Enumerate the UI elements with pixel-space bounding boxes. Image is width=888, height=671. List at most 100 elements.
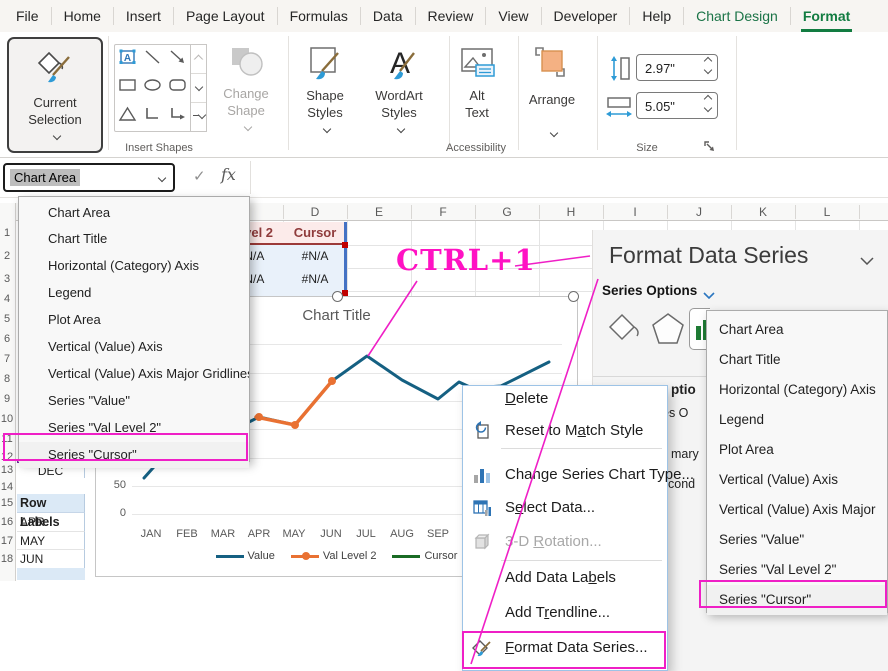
shape-height-input[interactable]: 2.97"	[636, 54, 718, 81]
cell-b16[interactable]: APR	[17, 513, 85, 532]
row-number[interactable]: 6	[0, 333, 14, 345]
formula-input[interactable]	[250, 161, 888, 194]
column-header[interactable]: F	[411, 205, 475, 219]
panel-dropdown-item-chart-title[interactable]: Chart Title	[707, 345, 887, 375]
menu-item-reset-to-match-style[interactable]: Reset to Match Style	[463, 419, 667, 443]
cell-b18[interactable]: JUN	[17, 550, 85, 568]
dropdown-item-series-cursor[interactable]: Series "Cursor"	[19, 442, 249, 468]
dropdown-item-vertical-axis[interactable]: Vertical (Value) Axis	[19, 334, 249, 360]
tab-file[interactable]: File	[4, 7, 52, 25]
gallery-more-icon[interactable]	[191, 103, 206, 131]
effects-pentagon-tab-icon[interactable]	[649, 310, 687, 353]
tab-data[interactable]: Data	[361, 7, 416, 25]
column-header[interactable]: D	[283, 205, 347, 219]
menu-item-add-data-labels[interactable]: Add Data Labels	[463, 566, 667, 590]
series-options-section-label[interactable]: Series Options	[602, 283, 697, 298]
row-number[interactable]: 16	[0, 516, 14, 528]
rounded-rectangle-shape-icon[interactable]	[168, 76, 188, 99]
tab-review[interactable]: Review	[416, 7, 487, 25]
change-shape-button[interactable]: Change Shape	[212, 45, 280, 136]
cell-b17[interactable]: MAY	[17, 532, 85, 550]
arrow-shape-icon[interactable]	[168, 48, 188, 71]
series-options-chevron-icon[interactable]	[703, 286, 715, 304]
row-number[interactable]: 5	[0, 313, 14, 325]
panel-dropdown-item-vertical-axis-major[interactable]: Vertical (Value) Axis Major	[707, 495, 887, 525]
line-shape-icon[interactable]	[143, 48, 163, 71]
series-range-outline[interactable]	[344, 222, 347, 296]
triangle-shape-icon[interactable]	[118, 105, 138, 128]
menu-item-change-series-chart-type[interactable]: Change Series Chart Type...	[463, 463, 667, 487]
cell-d3[interactable]: #N/A	[283, 268, 347, 291]
cell-d1[interactable]: Cursor	[283, 222, 347, 245]
panel-dropdown-item-legend[interactable]: Legend	[707, 405, 887, 435]
tab-view[interactable]: View	[486, 7, 541, 25]
menu-item-add-trendline[interactable]: Add Trendline...	[463, 601, 667, 625]
size-dialog-launcher-icon[interactable]	[703, 140, 716, 158]
insert-shapes-gallery[interactable]: A	[114, 44, 192, 132]
row-number[interactable]: 4	[0, 293, 14, 305]
row-number[interactable]: 13	[0, 464, 14, 476]
column-header[interactable]: K	[731, 205, 795, 219]
cell-d2[interactable]: #N/A	[283, 245, 347, 268]
rectangle-shape-icon[interactable]	[118, 76, 138, 99]
dropdown-item-legend[interactable]: Legend	[19, 280, 249, 306]
row-number[interactable]: 11	[0, 433, 14, 445]
dropdown-item-chart-area[interactable]: Chart Area	[19, 200, 249, 226]
row-number[interactable]: 3	[0, 273, 14, 285]
column-header[interactable]: E	[347, 205, 411, 219]
shape-width-input[interactable]: 5.05"	[636, 92, 718, 119]
oval-shape-icon[interactable]	[143, 76, 163, 99]
elbow-arrow-connector-icon[interactable]	[168, 105, 188, 128]
enter-check-icon[interactable]: ✓	[193, 167, 206, 185]
dropdown-item-vertical-axis-gridlines[interactable]: Vertical (Value) Axis Major Gridlines	[19, 361, 249, 387]
name-box-dropdown-icon[interactable]	[158, 173, 166, 181]
dropdown-item-chart-title[interactable]: Chart Title	[19, 226, 249, 252]
elbow-connector-icon[interactable]	[143, 105, 163, 128]
column-header[interactable]: I	[603, 205, 667, 219]
tab-help[interactable]: Help	[630, 7, 684, 25]
dropdown-item-horizontal-axis[interactable]: Horizontal (Category) Axis	[19, 253, 249, 279]
alt-text-button[interactable]: Alt Text	[446, 45, 508, 121]
menu-item-delete[interactable]: Delete	[463, 387, 667, 411]
panel-dropdown-item-series-val-level-2[interactable]: Series "Val Level 2"	[707, 555, 887, 585]
panel-dropdown-item-series-value[interactable]: Series "Value"	[707, 525, 887, 555]
fill-bucket-tab-icon[interactable]	[605, 310, 643, 353]
current-selection-button[interactable]: Current Selection	[7, 37, 103, 153]
arrange-button[interactable]: Arrange	[521, 45, 583, 142]
menu-item-format-data-series[interactable]: Format Data Series...	[463, 636, 667, 660]
row-number[interactable]: 7	[0, 353, 14, 365]
tab-chart-design[interactable]: Chart Design	[684, 7, 791, 25]
tab-format[interactable]: Format	[791, 7, 862, 25]
panel-dropdown-item-horizontal-axis[interactable]: Horizontal (Category) Axis	[707, 375, 887, 405]
panel-dropdown-item-plot-area[interactable]: Plot Area	[707, 435, 887, 465]
column-header[interactable]: H	[539, 205, 603, 219]
row-number[interactable]: 1	[0, 227, 14, 239]
row-number[interactable]: 17	[0, 535, 14, 547]
dropdown-item-plot-area[interactable]: Plot Area	[19, 307, 249, 333]
tab-developer[interactable]: Developer	[542, 7, 631, 25]
height-spinner[interactable]	[705, 58, 711, 73]
panel-dropdown-item-series-cursor[interactable]: Series "Cursor"	[707, 585, 887, 615]
shape-styles-button[interactable]: Shape Styles	[294, 45, 356, 138]
width-spinner[interactable]	[705, 96, 711, 111]
textbox-shape-icon[interactable]: A	[118, 48, 138, 71]
tab-insert[interactable]: Insert	[114, 7, 174, 25]
chart-resize-handle[interactable]	[568, 291, 579, 302]
panel-collapse-chevron-icon[interactable]	[860, 252, 874, 270]
panel-dropdown-item-chart-area[interactable]: Chart Area	[707, 315, 887, 345]
gallery-scroll-up-icon[interactable]	[191, 45, 206, 74]
dropdown-item-series-value[interactable]: Series "Value"	[19, 388, 249, 414]
column-header[interactable]: G	[475, 205, 539, 219]
panel-dropdown-item-vertical-axis[interactable]: Vertical (Value) Axis	[707, 465, 887, 495]
tab-page-layout[interactable]: Page Layout	[174, 7, 278, 25]
row-number[interactable]: 14	[0, 481, 14, 493]
cell-b15-row-labels[interactable]: Row Labels	[17, 494, 85, 513]
row-number[interactable]: 8	[0, 373, 14, 385]
chart-resize-handle[interactable]	[332, 291, 343, 302]
wordart-styles-button[interactable]: A WordArt Styles	[362, 45, 436, 138]
tab-formulas[interactable]: Formulas	[278, 7, 361, 25]
row-number[interactable]: 2	[0, 250, 14, 262]
name-box[interactable]: Chart Area	[3, 163, 175, 192]
fx-icon[interactable]: fx	[221, 165, 236, 184]
shapes-gallery-scrollbar[interactable]	[190, 44, 207, 132]
